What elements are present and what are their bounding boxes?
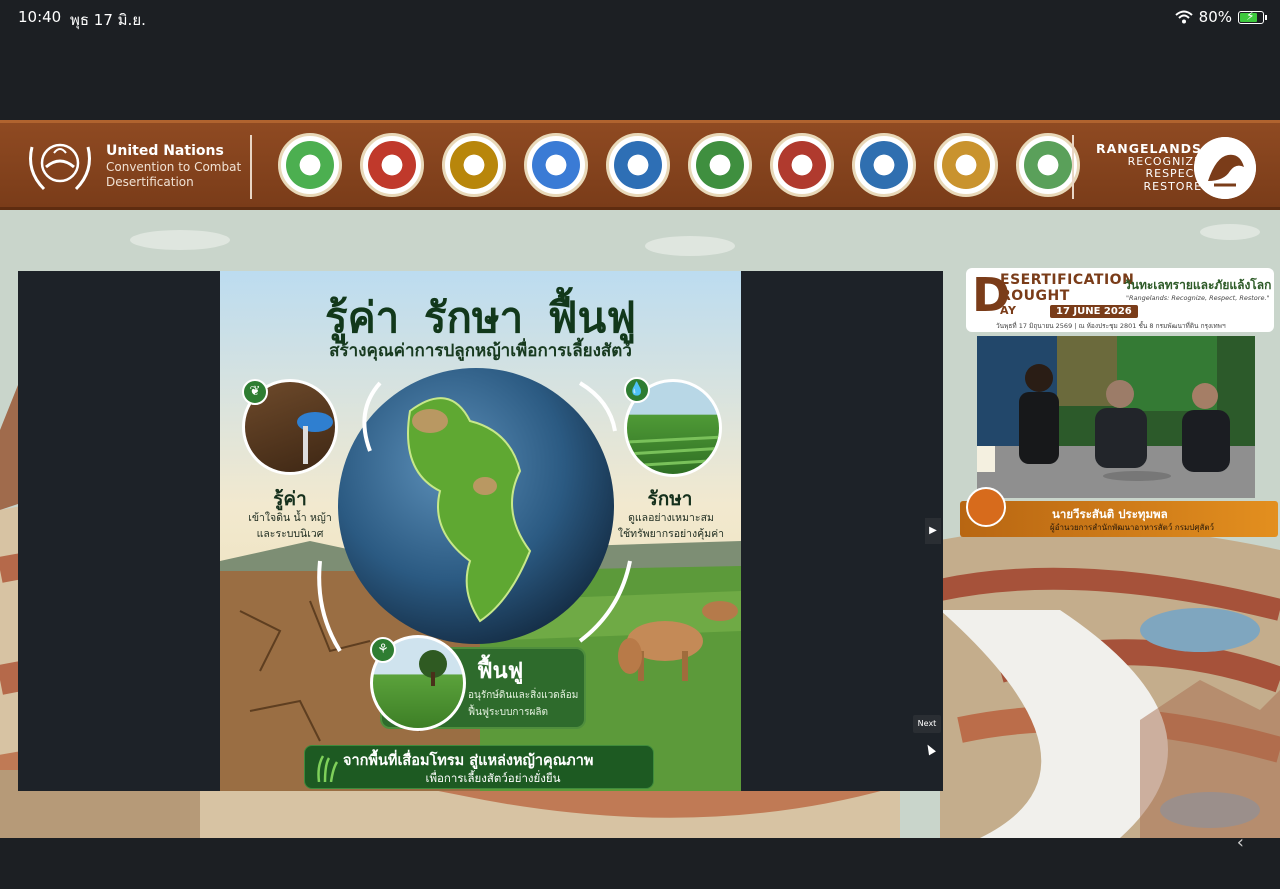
banner-divider-right [1072,135,1074,199]
grass-icon [317,755,339,782]
partner-seal-emblem [286,141,334,189]
speaker-video[interactable] [977,336,1255,498]
slide-footer-line-2: เพื่อการเลี้ยงสัตว์อย่างยั่งยืน [425,771,561,785]
speaker-title: ผู้อำนวยการสำนักพัฒนาอาหารสัตว์ กรมปศุสั… [1050,523,1215,532]
rangelands-line-3: RESPECT [1145,167,1203,180]
rangelands-logo-icon [1194,137,1256,199]
slide-footer-line-1: จากพื้นที่เสื่อมโทรม สู่แหล่งหญ้าคุณภาพ [343,753,594,769]
partner-seal-icon [1016,133,1080,197]
partner-seals [278,133,1080,197]
event-date: 17 JUNE 2026 [1050,305,1138,318]
speaker-nameplate: นายวีระสันติ ประทุมพล ผู้อำนวยการสำนักพั… [960,487,1278,537]
event-logo: D ESERTIFICATION ROUGHT AY 17 JUNE 2026 … [966,268,1274,332]
left-heading: รู้ค่า [273,488,307,510]
chevron-left-icon[interactable]: ‹ [1237,832,1244,853]
restore-text-1: อนุรักษ์ดินและสิ่งแวดล้อม [468,690,579,701]
unccd-title: United Nations [106,143,224,159]
right-text-2: ใช้ทรัพยากรอย่างคุ้มค่า [617,528,725,540]
battery-icon: ⚡ [1238,8,1267,24]
unccd-sub2: Desertification [106,175,194,189]
screen: 10:40 พุธ 17 มิ.ย. 80% ⚡ United Nations … [0,0,1280,889]
slide-subtitle: สร้างคุณค่าการปลูกหญ้าเพื่อการเลี้ยงสัตว… [329,341,632,361]
status-bar: 10:40 พุธ 17 มิ.ย. 80% ⚡ [0,0,1280,36]
plant-icon: ⚘ [370,637,396,663]
right-text-1: ดูแลอย่างเหมาะสม [628,512,714,524]
status-date: พุธ 17 มิ.ย. [70,11,146,29]
event-thai-title: วันทะเลทรายและภัยแล้งโลก [1124,278,1272,292]
event-logo-line2: ROUGHT [1000,288,1070,304]
restore-heading: ฟื้นฟู [477,659,524,684]
slide-footer-box: จากพื้นที่เสื่อมโทรม สู่แหล่งหญ้าคุณภาพ … [304,745,654,789]
left-text-1: เข้าใจดิน น้ำ หญ้า [248,512,332,524]
event-banner: United Nations Convention to Combat Dese… [0,120,1280,210]
status-time: 10:40 [18,8,62,26]
partner-seal-icon [934,133,998,197]
partner-seal-icon [278,133,342,197]
presentation-slide: รู้ค่า รักษา ฟื้นฟู สร้างคุณค่าการปลูกหญ… [220,271,741,791]
wifi-icon [1174,10,1193,24]
partner-seal-emblem [450,141,498,189]
event-logo-day: AY [1000,304,1017,317]
partner-seal-emblem [860,141,908,189]
right-heading: รักษา [647,488,693,510]
video-frame-art [977,336,1255,498]
event-logo-line1: ESERTIFICATION [1000,272,1135,288]
partner-seal-emblem [532,141,580,189]
bottom-bar [0,838,1280,889]
partner-seal-icon [770,133,834,197]
restore-text-2: ฟื้นฟูระบบการผลิต [468,707,548,718]
partner-seal-icon [606,133,670,197]
event-tagline: "Rangelands: Recognize, Respect, Restore… [1126,294,1270,302]
partner-seal-emblem [368,141,416,189]
event-venue-note: วันพุธที่ 17 มิถุนายน 2569 | ณ ห้องประชุ… [996,322,1226,330]
partner-seal-emblem [1024,141,1072,189]
banner-divider-left [250,135,252,199]
rangelands-text: RANGELANDS RECOGNIZE RESPECT RESTORE [1096,141,1203,193]
rangelands-line-4: RESTORE [1143,179,1203,193]
nameplate-logo-icon [966,487,1006,527]
unccd-logo-icon [29,143,91,191]
rangelands-line-1: RANGELANDS [1096,141,1203,156]
partner-seal-icon [360,133,424,197]
partner-seal-icon [688,133,752,197]
water-drop-icon: 💧 [624,377,650,403]
partner-seal-emblem [778,141,826,189]
unccd-sub1: Convention to Combat [106,160,242,174]
partner-seal-icon [442,133,506,197]
next-button[interactable]: Next [913,715,941,733]
partner-seal-emblem [614,141,662,189]
charging-bolt-icon: ⚡ [1246,8,1255,23]
left-text-2: และระบบนิเวศ [256,528,324,540]
partner-seal-emblem [696,141,744,189]
partner-seal-icon [852,133,916,197]
partner-seal-icon [524,133,588,197]
status-right: 80% ⚡ [1174,8,1267,26]
slide-nav-arrow[interactable]: ▶ [925,518,941,544]
partner-seal-emblem [942,141,990,189]
unccd-text: United Nations Convention to Combat Dese… [106,143,241,190]
leaf-icon: ❦ [242,379,268,405]
battery-percent: 80% [1198,8,1232,26]
